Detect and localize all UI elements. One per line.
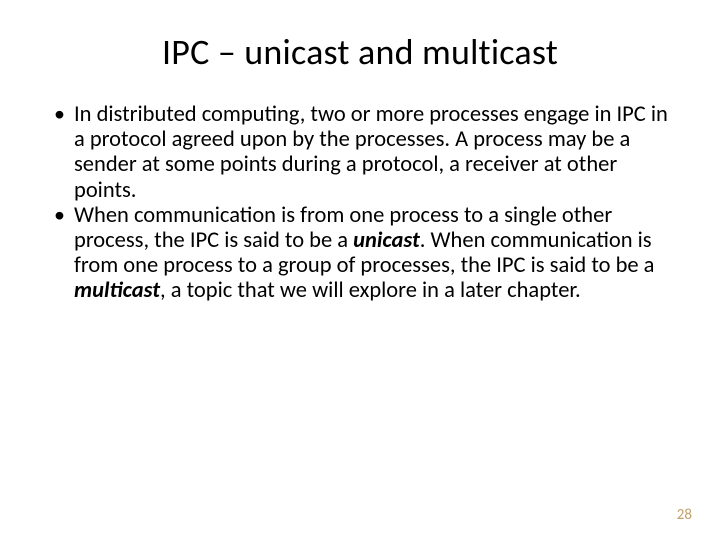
bullet-text: In distributed computing, two or more pr… [74, 101, 668, 204]
emphasis-multicast: multicast [74, 277, 160, 304]
page-number: 28 [677, 506, 692, 524]
emphasis-unicast: unicast [353, 227, 420, 254]
bullet-list: In distributed computing, two or more pr… [48, 102, 672, 304]
slide: IPC – unicast and multicast In distribut… [0, 0, 720, 540]
slide-body: In distributed computing, two or more pr… [48, 102, 672, 304]
slide-title: IPC – unicast and multicast [48, 30, 672, 74]
list-item: In distributed computing, two or more pr… [48, 102, 672, 203]
bullet-text-post: , a topic that we will explore in a late… [160, 277, 581, 304]
list-item: When communication is from one process t… [48, 203, 672, 304]
